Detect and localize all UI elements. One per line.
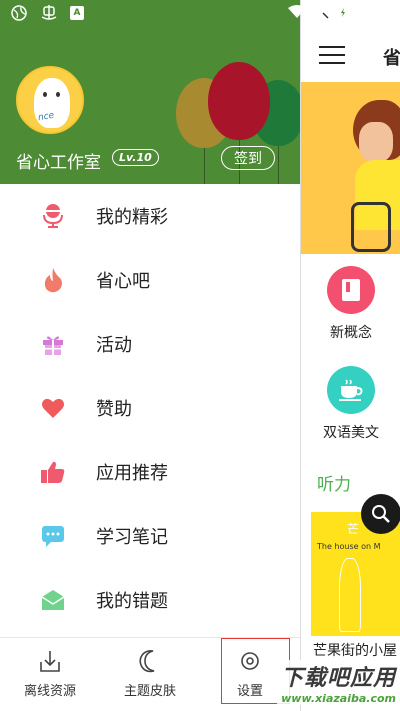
promo-banner[interactable] — [301, 82, 400, 254]
flame-icon — [40, 267, 66, 293]
menu-item-shengxin-bar[interactable]: 省心吧 — [0, 248, 300, 312]
envelope-icon — [40, 587, 66, 613]
menu-item-label: 我的精彩 — [96, 207, 168, 228]
gift-icon — [40, 331, 66, 357]
search-icon — [372, 505, 390, 523]
no-signal-icon — [315, 5, 330, 19]
menu-item-label: 学习笔记 — [96, 527, 168, 548]
bottom-label: 主题皮肤 — [123, 684, 176, 699]
listening-section-title: 听力 — [317, 475, 351, 495]
category-bilingual-essays[interactable]: 双语美文 — [301, 366, 400, 442]
content-title: 省 — [383, 48, 400, 69]
category-new-concept[interactable]: 新概念 — [301, 266, 400, 342]
menu-item-my-highlights[interactable]: 我的精彩 — [0, 184, 300, 248]
bottom-label: 离线资源 — [23, 684, 76, 699]
watermark-main-text: 下载吧应用 — [276, 660, 400, 692]
thumbs-up-icon — [40, 459, 66, 485]
menu-item-app-recommend[interactable]: 应用推荐 — [0, 440, 300, 504]
level-badge: Lv.10 — [112, 149, 159, 166]
banner-chair-shape — [351, 202, 391, 252]
wifi-icon — [288, 5, 307, 18]
category-label: 新概念 — [330, 325, 372, 341]
book-cover-illustration — [339, 558, 361, 632]
keyboard-a-icon: A — [70, 6, 84, 20]
coffee-cup-icon — [327, 366, 375, 414]
hamburger-menu-icon[interactable] — [319, 46, 345, 64]
drawer-menu: 我的精彩 省心吧 活动 赞助 应用推荐 学习笔记 我的错题 — [0, 184, 300, 632]
menu-item-activities[interactable]: 活动 — [0, 312, 300, 376]
category-label: 双语美文 — [323, 425, 379, 441]
menu-item-sponsor[interactable]: 赞助 — [0, 376, 300, 440]
battery-charging-icon — [338, 4, 349, 20]
microphone-icon — [40, 203, 66, 229]
book-cover-top-char: 芒 — [347, 522, 360, 536]
menu-item-label: 省心吧 — [96, 271, 150, 292]
chat-bubble-icon — [40, 523, 66, 549]
profile-name: 省心工作室 — [16, 153, 101, 173]
menu-item-label: 我的错题 — [96, 591, 168, 612]
offline-resources-button[interactable]: 离线资源 — [0, 648, 100, 699]
banner-face-shape — [359, 122, 393, 162]
globe-icon — [10, 4, 28, 22]
checkin-button[interactable]: 签到 — [221, 146, 275, 170]
status-time: 5:03 — [356, 3, 390, 21]
book-caption: 芒果街的小屋 — [313, 643, 397, 659]
status-bar: A 5:03 — [0, 0, 400, 28]
theme-skin-button[interactable]: 主题皮肤 — [100, 648, 200, 699]
watermark-sub-text: www.xiazaiba.com — [277, 692, 400, 705]
menu-item-my-mistakes[interactable]: 我的错题 — [0, 568, 300, 632]
download-icon — [40, 651, 60, 672]
navigation-drawer: nce 省心工作室 Lv.10 签到 我的精彩 省心吧 活动 赞助 应用推荐 学… — [0, 0, 300, 711]
heart-icon — [40, 395, 66, 421]
watermark: 下载吧应用 www.xiazaiba.com — [230, 660, 400, 705]
menu-item-label: 应用推荐 — [96, 463, 168, 484]
search-fab-button[interactable] — [361, 494, 400, 534]
avatar[interactable]: nce — [16, 66, 84, 134]
book-icon — [327, 266, 375, 314]
menu-item-study-notes[interactable]: 学习笔记 — [0, 504, 300, 568]
bug-icon — [40, 4, 58, 22]
balloon-decoration — [208, 62, 270, 140]
moon-icon — [139, 650, 155, 673]
menu-item-label: 活动 — [96, 335, 132, 356]
menu-item-label: 赞助 — [96, 399, 132, 420]
main-content-panel: 省 新概念 双语美文 听力 芒 The house on M 芒果街的小屋 — [300, 0, 400, 711]
book-cover-title: The house on M — [317, 542, 381, 551]
